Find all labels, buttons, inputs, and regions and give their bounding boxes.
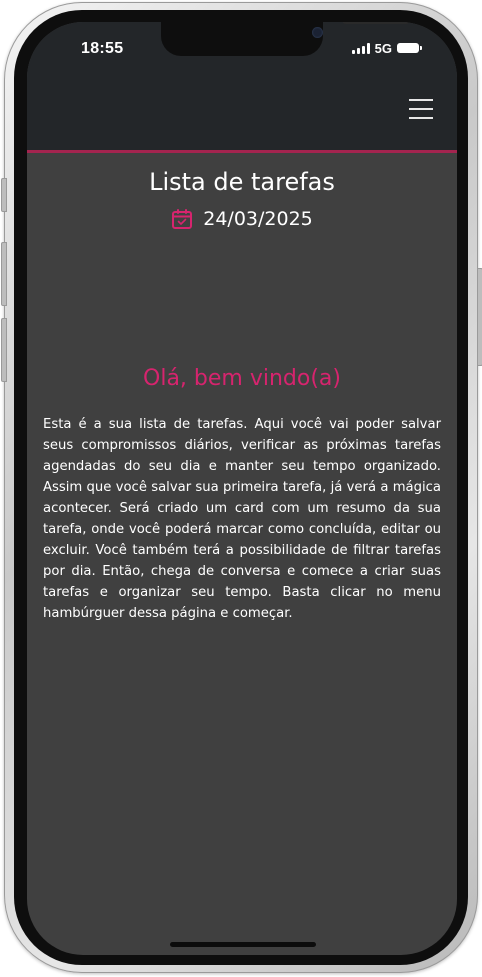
- welcome-heading: Olá, bem vindo(a): [143, 366, 341, 391]
- app-header: [27, 80, 457, 153]
- network-label: 5G: [374, 40, 392, 56]
- calendar-check-icon: [172, 209, 193, 229]
- dynamic-island: [161, 22, 410, 56]
- status-time: 18:55: [81, 40, 124, 57]
- home-indicator[interactable]: [170, 942, 316, 947]
- current-date: 24/03/2025: [203, 208, 313, 230]
- signal-bars-icon: [351, 42, 370, 54]
- action-button: [1, 178, 7, 212]
- page-title: Lista de tarefas: [149, 168, 335, 196]
- hamburger-menu-icon[interactable]: [409, 99, 433, 119]
- speaker-grille: [342, 22, 410, 24]
- battery-icon: [397, 43, 422, 53]
- intro-paragraph: Esta é a sua lista de tarefas. Aqui você…: [43, 417, 441, 621]
- status-indicators: 5G: [351, 40, 422, 56]
- power-button: [477, 268, 482, 366]
- volume-down-button: [1, 318, 7, 382]
- volume-up-button: [1, 242, 7, 306]
- front-camera: [312, 27, 323, 38]
- status-bar: 18:55 5G: [27, 22, 457, 80]
- screen: 18:55 5G Lista de tarefas 24/03/2025 Olá…: [27, 22, 457, 955]
- date-row: 24/03/2025: [27, 208, 457, 230]
